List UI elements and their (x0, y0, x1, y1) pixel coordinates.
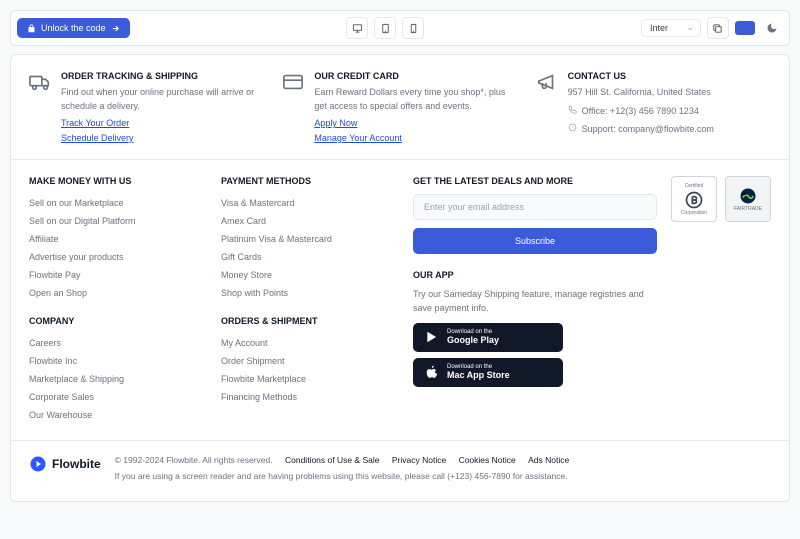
copyright: © 1992-2024 Flowbite. All rights reserve… (115, 455, 771, 465)
list-item[interactable]: Careers (29, 334, 209, 352)
a11y-notice: If you are using a screen reader and are… (115, 471, 771, 481)
bcorp-badge: Certified Corporation (671, 176, 717, 222)
list-item[interactable]: Visa & Mastercard (221, 194, 401, 212)
contact-office: Office: +12(3) 456 7890 1234 (568, 105, 714, 119)
list-item[interactable]: Money Store (221, 266, 401, 284)
store-name: Google Play (447, 335, 499, 346)
col2-heading: PAYMENT METHODS (221, 176, 401, 186)
megaphone-icon (536, 71, 558, 93)
font-select[interactable]: Inter (641, 19, 701, 37)
schedule-delivery-link[interactable]: Schedule Delivery (61, 133, 264, 143)
footer-link[interactable]: Privacy Notice (392, 455, 446, 465)
unlock-label: Unlock the code (41, 23, 106, 33)
tablet-button[interactable] (374, 17, 396, 39)
phone-icon (568, 105, 577, 114)
fairtrade-badge: FAIRTRADE (725, 176, 771, 222)
copy-button[interactable] (707, 17, 729, 39)
dark-mode-button[interactable] (761, 17, 783, 39)
tracking-desc: Find out when your online purchase will … (61, 86, 264, 113)
col-left: MAKE MONEY WITH US Sell on our Marketpla… (29, 176, 209, 424)
store-name: Mac App Store (447, 370, 510, 381)
card-heading: OUR CREDIT CARD (314, 71, 517, 81)
footer-link[interactable]: Cookies Notice (459, 455, 516, 465)
footer-columns: MAKE MONEY WITH US Sell on our Marketpla… (11, 160, 789, 441)
list-item[interactable]: Sell on our Digital Platform (29, 212, 209, 230)
app-store-button[interactable]: Download on theMac App Store (413, 358, 563, 387)
device-buttons (346, 17, 424, 39)
cert-badges: Certified Corporation FAIRTRADE (671, 176, 771, 424)
email-input[interactable] (413, 194, 657, 220)
lock-icon (27, 24, 36, 33)
contact-heading: CONTACT US (568, 71, 714, 81)
arrow-right-icon (111, 24, 120, 33)
list-item[interactable]: Corporate Sales (29, 388, 209, 406)
unlock-button[interactable]: Unlock the code (17, 18, 130, 38)
list-item[interactable]: Advertise your products (29, 248, 209, 266)
newsletter-heading: GET THE LATEST DEALS AND MORE (413, 176, 657, 186)
topbar-right: Inter (641, 17, 783, 39)
list-item[interactable]: My Account (221, 334, 401, 352)
list-item[interactable]: Affiliate (29, 230, 209, 248)
truck-icon (29, 71, 51, 93)
manage-account-link[interactable]: Manage Your Account (314, 133, 517, 143)
list-item[interactable]: Platinum Visa & Mastercard (221, 230, 401, 248)
footer-link[interactable]: Ads Notice (528, 455, 569, 465)
col-right: GET THE LATEST DEALS AND MORE Subscribe … (413, 176, 771, 424)
topbar: Unlock the code Inter (10, 10, 790, 46)
list-item[interactable]: Open an Shop (29, 284, 209, 302)
apply-now-link[interactable]: Apply Now (314, 118, 517, 128)
app-heading: OUR APP (413, 270, 657, 280)
col-mid: PAYMENT METHODS Visa & Mastercard Amex C… (221, 176, 401, 424)
list-item[interactable]: Amex Card (221, 212, 401, 230)
desktop-button[interactable] (346, 17, 368, 39)
legal-footer: Flowbite © 1992-2024 Flowbite. All right… (11, 441, 789, 501)
order-tracking-col: ORDER TRACKING & SHIPPING Find out when … (29, 71, 264, 143)
contact-address: 957 Hill St. California, United States (568, 86, 714, 100)
list-item[interactable]: Our Warehouse (29, 406, 209, 424)
mobile-icon (408, 23, 419, 34)
newsletter: GET THE LATEST DEALS AND MORE Subscribe … (413, 176, 657, 424)
col4-heading: ORDERS & SHIPMENT (221, 316, 401, 326)
copy-icon (712, 23, 723, 34)
support-icon (568, 123, 577, 132)
list-item[interactable]: Flowbite Pay (29, 266, 209, 284)
info-row: ORDER TRACKING & SHIPPING Find out when … (11, 55, 789, 160)
col1-heading: MAKE MONEY WITH US (29, 176, 209, 186)
mobile-button[interactable] (402, 17, 424, 39)
list-item[interactable]: Flowbite Marketplace (221, 370, 401, 388)
moon-icon (766, 22, 778, 34)
list-item[interactable]: Sell on our Marketplace (29, 194, 209, 212)
list-item[interactable]: Gift Cards (221, 248, 401, 266)
subscribe-button[interactable]: Subscribe (413, 228, 657, 254)
credit-card-col: OUR CREDIT CARD Earn Reward Dollars ever… (282, 71, 517, 143)
contact-support: Support: company@flowbite.com (568, 123, 714, 137)
apple-icon (425, 365, 439, 379)
contact-col: CONTACT US 957 Hill St. California, Unit… (536, 71, 771, 143)
tracking-heading: ORDER TRACKING & SHIPPING (61, 71, 264, 81)
col3-heading: COMPANY (29, 316, 209, 326)
app-desc: Try our Sameday Shipping feature, manage… (413, 288, 657, 315)
google-play-button[interactable]: Download on theGoogle Play (413, 323, 563, 352)
desktop-icon (352, 23, 363, 34)
main-panel: ORDER TRACKING & SHIPPING Find out when … (10, 54, 790, 502)
list-item[interactable]: Marketplace & Shipping (29, 370, 209, 388)
list-item[interactable]: Shop with Points (221, 284, 401, 302)
play-icon (425, 330, 439, 344)
brand-logo[interactable]: Flowbite (29, 455, 101, 473)
logo-icon (29, 455, 47, 473)
list-item[interactable]: Financing Methods (221, 388, 401, 406)
footer-link[interactable]: Conditions of Use & Sale (285, 455, 380, 465)
rtl-toggle[interactable] (735, 21, 755, 35)
track-order-link[interactable]: Track Your Order (61, 118, 264, 128)
card-desc: Earn Reward Dollars every time you shop*… (314, 86, 517, 113)
tablet-icon (380, 23, 391, 34)
list-item[interactable]: Order Shipment (221, 352, 401, 370)
card-icon (282, 71, 304, 93)
list-item[interactable]: Flowbite Inc (29, 352, 209, 370)
